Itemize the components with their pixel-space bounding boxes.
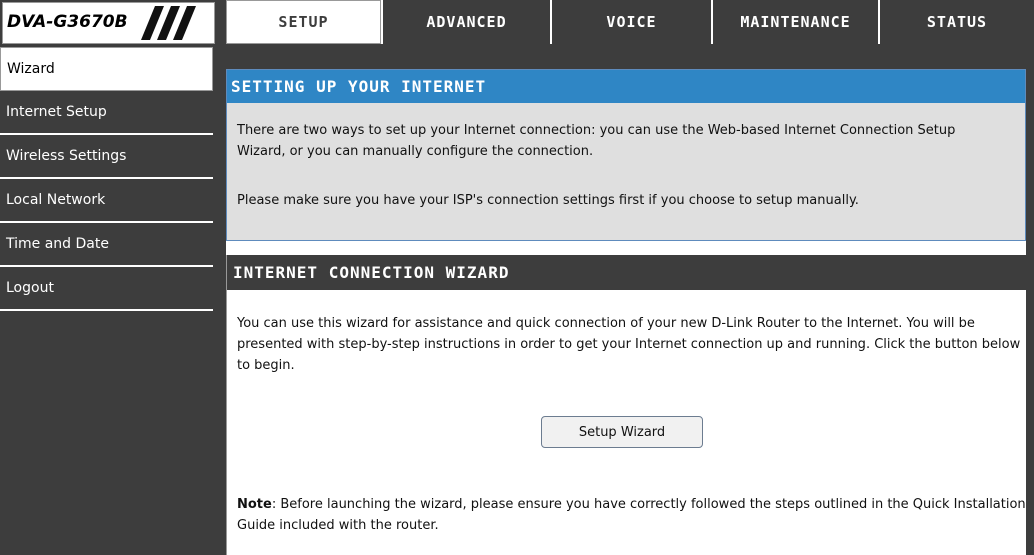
sidebar-item-logout[interactable]: Logout [0,267,213,311]
setup-intro-text: There are two ways to set up your Intern… [237,123,956,159]
sidebar-item-internet-setup[interactable]: Internet Setup [0,91,213,135]
sidebar-item-local-network[interactable]: Local Network [0,179,213,223]
sidebar-item-time-and-date[interactable]: Time and Date [0,223,213,267]
sidebar: Wizard Internet Setup Wireless Settings … [0,47,213,555]
connection-wizard-title: INTERNET CONNECTION WIZARD [227,255,1026,290]
setup-internet-title: SETTING UP YOUR INTERNET [227,70,1025,103]
note-label: Note [237,497,272,512]
router-admin-page: DVA-G3670B SETUP ADVANCED VOICE MAINTENA… [0,0,1034,555]
sidebar-item-wizard[interactable]: Wizard [0,47,213,91]
tab-setup[interactable]: SETUP [226,0,381,44]
connection-wizard-panel: INTERNET CONNECTION WIZARD You can use t… [226,255,1026,555]
tab-maintenance[interactable]: MAINTENANCE [711,0,878,44]
main-content: SETTING UP YOUR INTERNET There are two w… [226,69,1026,555]
top-bar: DVA-G3670B SETUP ADVANCED VOICE MAINTENA… [0,0,1034,47]
setup-manual-hint: Please make sure you have your ISP's con… [237,193,859,208]
logo-stripes-icon [141,6,196,40]
tab-advanced[interactable]: ADVANCED [381,0,550,44]
sidebar-item-wireless-settings[interactable]: Wireless Settings [0,135,213,179]
setup-internet-panel: SETTING UP YOUR INTERNET There are two w… [226,69,1026,241]
note-text: : Before launching the wizard, please en… [237,497,1026,533]
wizard-description: You can use this wizard for assistance a… [237,316,1021,373]
model-logo: DVA-G3670B [2,2,215,44]
model-name: DVA-G3670B [7,12,128,32]
tab-voice[interactable]: VOICE [550,0,711,44]
wizard-note: Note: Before launching the wizard, pleas… [237,494,1027,536]
tab-status[interactable]: STATUS [878,0,1034,44]
setup-wizard-button[interactable]: Setup Wizard [541,416,703,448]
